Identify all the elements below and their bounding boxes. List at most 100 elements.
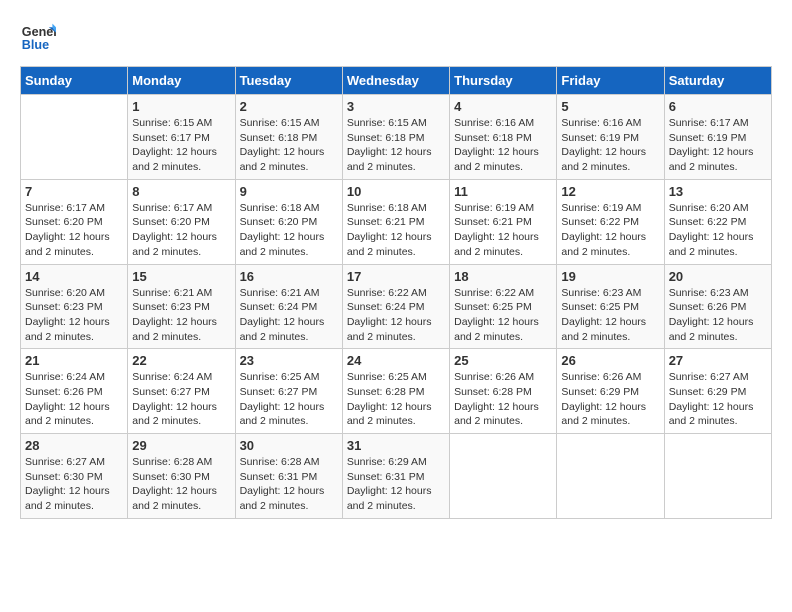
- day-number: 30: [240, 438, 338, 453]
- calendar-cell: 28Sunrise: 6:27 AM Sunset: 6:30 PM Dayli…: [21, 434, 128, 519]
- calendar-cell: 25Sunrise: 6:26 AM Sunset: 6:28 PM Dayli…: [450, 349, 557, 434]
- calendar-cell: [21, 95, 128, 180]
- day-info: Sunrise: 6:19 AM Sunset: 6:21 PM Dayligh…: [454, 201, 552, 260]
- day-info: Sunrise: 6:24 AM Sunset: 6:27 PM Dayligh…: [132, 370, 230, 429]
- day-info: Sunrise: 6:20 AM Sunset: 6:22 PM Dayligh…: [669, 201, 767, 260]
- day-number: 22: [132, 353, 230, 368]
- day-info: Sunrise: 6:24 AM Sunset: 6:26 PM Dayligh…: [25, 370, 123, 429]
- calendar-cell: [557, 434, 664, 519]
- day-info: Sunrise: 6:18 AM Sunset: 6:21 PM Dayligh…: [347, 201, 445, 260]
- page-header: General Blue: [20, 20, 772, 56]
- calendar-cell: 22 Sunrise: 6:24 AM Sunset: 6:27 PM Dayli…: [128, 349, 235, 434]
- day-info: Sunrise: 6:25 AM Sunset: 6:28 PM Dayligh…: [347, 370, 445, 429]
- calendar-cell: 7 Sunrise: 6:17 AM Sunset: 6:20 PM Daylig…: [21, 179, 128, 264]
- day-info: Sunrise: 6:19 AM Sunset: 6:22 PM Dayligh…: [561, 201, 659, 260]
- day-info: Sunrise: 6:16 AM Sunset: 6:19 PM Dayligh…: [561, 116, 659, 175]
- day-info: Sunrise: 6:25 AM Sunset: 6:27 PM Dayligh…: [240, 370, 338, 429]
- day-number: 4: [454, 99, 552, 114]
- day-info: Sunrise: 6:17 AM Sunset: 6:20 PM Dayligh…: [25, 201, 123, 260]
- calendar-cell: 2 Sunrise: 6:15 AM Sunset: 6:18 PM Daylig…: [235, 95, 342, 180]
- day-info: Sunrise: 6:28 AM Sunset: 6:31 PM Dayligh…: [240, 455, 338, 514]
- day-info: Sunrise: 6:16 AM Sunset: 6:18 PM Dayligh…: [454, 116, 552, 175]
- calendar-week-5: 28Sunrise: 6:27 AM Sunset: 6:30 PM Dayli…: [21, 434, 772, 519]
- calendar-cell: [664, 434, 771, 519]
- day-number: 27: [669, 353, 767, 368]
- day-info: Sunrise: 6:29 AM Sunset: 6:31 PM Dayligh…: [347, 455, 445, 514]
- day-number: 5: [561, 99, 659, 114]
- weekday-header-thursday: Thursday: [450, 67, 557, 95]
- calendar-cell: 14Sunrise: 6:20 AM Sunset: 6:23 PM Dayli…: [21, 264, 128, 349]
- calendar-body: 1 Sunrise: 6:15 AM Sunset: 6:17 PM Daylig…: [21, 95, 772, 519]
- calendar-week-2: 7 Sunrise: 6:17 AM Sunset: 6:20 PM Daylig…: [21, 179, 772, 264]
- calendar-cell: 26 Sunrise: 6:26 AM Sunset: 6:29 PM Dayli…: [557, 349, 664, 434]
- day-info: Sunrise: 6:15 AM Sunset: 6:17 PM Dayligh…: [132, 116, 230, 175]
- day-number: 2: [240, 99, 338, 114]
- calendar-cell: 19Sunrise: 6:23 AM Sunset: 6:25 PM Dayli…: [557, 264, 664, 349]
- calendar-cell: 21Sunrise: 6:24 AM Sunset: 6:26 PM Dayli…: [21, 349, 128, 434]
- calendar-cell: 18 Sunrise: 6:22 AM Sunset: 6:25 PM Dayli…: [450, 264, 557, 349]
- calendar-cell: 15 Sunrise: 6:21 AM Sunset: 6:23 PM Dayli…: [128, 264, 235, 349]
- calendar-cell: 5 Sunrise: 6:16 AM Sunset: 6:19 PM Daylig…: [557, 95, 664, 180]
- day-number: 19: [561, 269, 659, 284]
- calendar-week-1: 1 Sunrise: 6:15 AM Sunset: 6:17 PM Daylig…: [21, 95, 772, 180]
- svg-text:Blue: Blue: [22, 38, 49, 52]
- day-number: 3: [347, 99, 445, 114]
- day-number: 11: [454, 184, 552, 199]
- day-info: Sunrise: 6:15 AM Sunset: 6:18 PM Dayligh…: [347, 116, 445, 175]
- calendar-week-3: 14Sunrise: 6:20 AM Sunset: 6:23 PM Dayli…: [21, 264, 772, 349]
- day-number: 9: [240, 184, 338, 199]
- day-number: 8: [132, 184, 230, 199]
- calendar-header: SundayMondayTuesdayWednesdayThursdayFrid…: [21, 67, 772, 95]
- weekday-header-sunday: Sunday: [21, 67, 128, 95]
- calendar-cell: 10 Sunrise: 6:18 AM Sunset: 6:21 PM Dayli…: [342, 179, 449, 264]
- day-info: Sunrise: 6:17 AM Sunset: 6:19 PM Dayligh…: [669, 116, 767, 175]
- day-number: 13: [669, 184, 767, 199]
- day-number: 1: [132, 99, 230, 114]
- day-info: Sunrise: 6:20 AM Sunset: 6:23 PM Dayligh…: [25, 286, 123, 345]
- day-number: 7: [25, 184, 123, 199]
- day-info: Sunrise: 6:27 AM Sunset: 6:30 PM Dayligh…: [25, 455, 123, 514]
- calendar-cell: 17 Sunrise: 6:22 AM Sunset: 6:24 PM Dayli…: [342, 264, 449, 349]
- calendar-cell: 27 Sunrise: 6:27 AM Sunset: 6:29 PM Dayli…: [664, 349, 771, 434]
- logo-icon: General Blue: [20, 20, 56, 56]
- day-number: 24: [347, 353, 445, 368]
- calendar-cell: 16 Sunrise: 6:21 AM Sunset: 6:24 PM Dayli…: [235, 264, 342, 349]
- calendar-cell: 23 Sunrise: 6:25 AM Sunset: 6:27 PM Dayli…: [235, 349, 342, 434]
- calendar-cell: 4 Sunrise: 6:16 AM Sunset: 6:18 PM Daylig…: [450, 95, 557, 180]
- logo: General Blue: [20, 20, 60, 56]
- day-number: 23: [240, 353, 338, 368]
- calendar-cell: 3 Sunrise: 6:15 AM Sunset: 6:18 PM Daylig…: [342, 95, 449, 180]
- day-number: 12: [561, 184, 659, 199]
- weekday-header-tuesday: Tuesday: [235, 67, 342, 95]
- calendar-cell: 30 Sunrise: 6:28 AM Sunset: 6:31 PM Dayli…: [235, 434, 342, 519]
- day-number: 10: [347, 184, 445, 199]
- calendar-cell: 20 Sunrise: 6:23 AM Sunset: 6:26 PM Dayli…: [664, 264, 771, 349]
- day-info: Sunrise: 6:21 AM Sunset: 6:24 PM Dayligh…: [240, 286, 338, 345]
- calendar-week-4: 21Sunrise: 6:24 AM Sunset: 6:26 PM Dayli…: [21, 349, 772, 434]
- day-number: 25: [454, 353, 552, 368]
- day-number: 29: [132, 438, 230, 453]
- day-info: Sunrise: 6:22 AM Sunset: 6:24 PM Dayligh…: [347, 286, 445, 345]
- day-number: 15: [132, 269, 230, 284]
- calendar-cell: 13 Sunrise: 6:20 AM Sunset: 6:22 PM Dayli…: [664, 179, 771, 264]
- day-info: Sunrise: 6:22 AM Sunset: 6:25 PM Dayligh…: [454, 286, 552, 345]
- weekday-header-friday: Friday: [557, 67, 664, 95]
- day-info: Sunrise: 6:23 AM Sunset: 6:26 PM Dayligh…: [669, 286, 767, 345]
- day-info: Sunrise: 6:28 AM Sunset: 6:30 PM Dayligh…: [132, 455, 230, 514]
- calendar-cell: 12 Sunrise: 6:19 AM Sunset: 6:22 PM Dayli…: [557, 179, 664, 264]
- calendar-cell: 11 Sunrise: 6:19 AM Sunset: 6:21 PM Dayli…: [450, 179, 557, 264]
- day-number: 16: [240, 269, 338, 284]
- weekday-header-monday: Monday: [128, 67, 235, 95]
- day-number: 6: [669, 99, 767, 114]
- day-info: Sunrise: 6:21 AM Sunset: 6:23 PM Dayligh…: [132, 286, 230, 345]
- calendar-cell: 9 Sunrise: 6:18 AM Sunset: 6:20 PM Daylig…: [235, 179, 342, 264]
- day-info: Sunrise: 6:27 AM Sunset: 6:29 PM Dayligh…: [669, 370, 767, 429]
- day-info: Sunrise: 6:15 AM Sunset: 6:18 PM Dayligh…: [240, 116, 338, 175]
- calendar-cell: 24 Sunrise: 6:25 AM Sunset: 6:28 PM Dayli…: [342, 349, 449, 434]
- day-number: 18: [454, 269, 552, 284]
- day-info: Sunrise: 6:18 AM Sunset: 6:20 PM Dayligh…: [240, 201, 338, 260]
- day-number: 17: [347, 269, 445, 284]
- day-number: 26: [561, 353, 659, 368]
- day-number: 20: [669, 269, 767, 284]
- day-info: Sunrise: 6:26 AM Sunset: 6:29 PM Dayligh…: [561, 370, 659, 429]
